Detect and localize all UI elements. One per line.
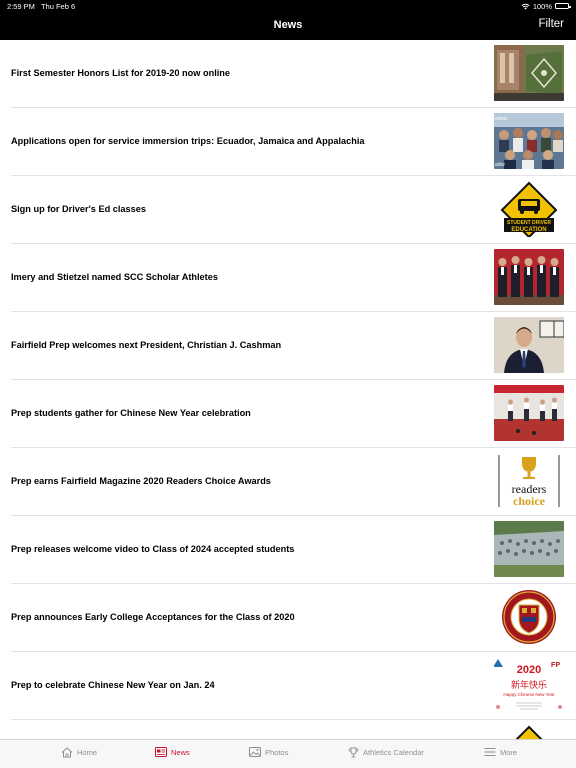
- news-headline: Applications open for service immersion …: [11, 136, 365, 146]
- news-headline: Prep earns Fairfield Magazine 2020 Reade…: [11, 476, 271, 486]
- tab-news[interactable]: News: [155, 747, 190, 757]
- tab-label: Photos: [265, 747, 289, 757]
- thumb-text: FP: [551, 662, 560, 669]
- tab-home[interactable]: Home: [61, 747, 97, 758]
- wifi-icon: [521, 3, 530, 10]
- news-thumbnail-honors: [494, 45, 564, 101]
- news-thumbnail-school-seal: [494, 589, 564, 645]
- news-headline: Prep announces Early College Acceptances…: [11, 612, 295, 622]
- navigation-bar: News Filter: [0, 12, 576, 40]
- news-thumbnail-readers-choice: readers choice: [494, 453, 564, 509]
- news-thumbnail-service-trips: onica ador: [494, 113, 564, 169]
- battery-icon: [555, 3, 571, 9]
- thumb-text: EDUCATION: [511, 227, 546, 233]
- thumb-text: choice: [513, 494, 546, 508]
- news-thumbnail-cny-celebration: [494, 385, 564, 441]
- thumb-text: STUDENT DRIVER: [507, 220, 551, 226]
- tab-label: Home: [77, 748, 98, 757]
- thumb-text: 新年快乐: [511, 679, 547, 691]
- tab-bar: Home News Photos Athletics Calendar More: [0, 739, 576, 768]
- news-headline: Fairfield Prep welcomes next President, …: [11, 340, 282, 350]
- news-list[interactable]: First Semester Honors List for 2019-20 n…: [0, 40, 576, 739]
- news-thumbnail-class-2024: [494, 521, 564, 577]
- page-title: News: [273, 19, 303, 31]
- news-headline: Prep releases welcome video to Class of …: [11, 544, 295, 554]
- news-icon: [155, 747, 167, 757]
- tab-label: Athletics Calendar: [363, 748, 424, 757]
- news-item[interactable]: Sign up for Driver's Ed classes STUDENT …: [0, 176, 576, 244]
- thumb-text: Happy Chinese New Year: [503, 692, 555, 697]
- tab-athletics-calendar[interactable]: Athletics Calendar: [348, 747, 424, 758]
- news-thumbnail-cny-poster: FP 2020 新年快乐 Happy Chinese New Year: [494, 657, 564, 713]
- thumb-text: onica: [495, 116, 507, 122]
- status-time: 2:59 PM: [7, 1, 35, 11]
- news-item[interactable]: Applications open for service immersion …: [0, 108, 576, 176]
- status-date: Thu Feb 6: [40, 1, 76, 11]
- photos-icon: [249, 747, 261, 757]
- menu-icon: [484, 748, 496, 756]
- news-item[interactable]: Prep students gather for Chinese New Yea…: [0, 380, 576, 448]
- news-item[interactable]: First Semester Honors List for 2019-20 n…: [0, 40, 576, 108]
- thumb-text: 2020: [517, 664, 541, 676]
- home-icon: [61, 747, 73, 758]
- news-headline: Prep students gather for Chinese New Yea…: [11, 408, 251, 418]
- news-item[interactable]: Prep releases welcome video to Class of …: [0, 516, 576, 584]
- news-item[interactable]: Imery and Stietzel named SCC Scholar Ath…: [0, 244, 576, 312]
- battery-percent: 100%: [532, 1, 552, 11]
- tab-photos[interactable]: Photos: [249, 747, 288, 757]
- news-item[interactable]: Fairfield Prep welcomes next President, …: [0, 312, 576, 380]
- news-item[interactable]: [0, 720, 576, 739]
- tab-label: News: [171, 747, 190, 757]
- news-thumbnail-drivers-ed: STUDENT DRIVER EDUCATION: [494, 181, 564, 237]
- news-item[interactable]: Prep to celebrate Chinese New Year on Ja…: [0, 652, 576, 720]
- status-bar: 2:59 PM Thu Feb 6 100%: [0, 0, 576, 12]
- tab-more[interactable]: More: [484, 747, 517, 757]
- news-headline: First Semester Honors List for 2019-20 n…: [11, 68, 231, 78]
- news-headline: Sign up for Driver's Ed classes: [11, 204, 146, 214]
- thumb-text: ador: [495, 162, 505, 168]
- news-thumbnail-drivers-ed-partial: [494, 725, 564, 739]
- news-item[interactable]: Prep earns Fairfield Magazine 2020 Reade…: [0, 448, 576, 516]
- filter-button[interactable]: Filter: [538, 18, 564, 30]
- news-thumbnail-president: [494, 317, 564, 373]
- tab-label: More: [500, 747, 518, 757]
- news-item[interactable]: Prep announces Early College Acceptances…: [0, 584, 576, 652]
- trophy-icon: [348, 747, 359, 758]
- news-thumbnail-scholar-athletes: [494, 249, 564, 305]
- news-headline: Imery and Stietzel named SCC Scholar Ath…: [11, 272, 218, 282]
- news-headline: Prep to celebrate Chinese New Year on Ja…: [11, 680, 215, 690]
